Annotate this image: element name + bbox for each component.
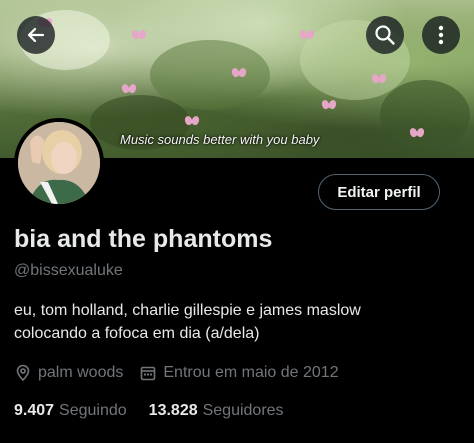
butterfly-decoration xyxy=(232,68,246,78)
location-item: palm woods xyxy=(14,364,123,382)
followers-label: Seguidores xyxy=(202,402,284,419)
display-name: bia and the phantoms xyxy=(14,225,273,253)
followers-count: 13.828 xyxy=(148,402,198,419)
calendar-icon xyxy=(141,366,156,381)
more-vertical-icon xyxy=(438,25,444,45)
more-options-button[interactable] xyxy=(422,16,460,54)
following-link[interactable]: 9.407 Seguindo xyxy=(14,402,149,420)
profile-bio: eu, tom holland, charlie gillespie e jam… xyxy=(14,299,464,345)
butterfly-decoration xyxy=(132,30,146,40)
follow-stats: 9.407 Seguindo 13.828 Seguidores xyxy=(14,402,306,420)
edit-profile-button[interactable]: Editar perfil xyxy=(318,174,440,210)
avatar[interactable] xyxy=(14,118,104,208)
following-count: 9.407 xyxy=(14,402,55,419)
bio-line: colocando a fofoca em dia (a/dela) xyxy=(14,325,260,342)
bio-line: eu, tom holland, charlie gillespie e jam… xyxy=(14,302,361,319)
back-button[interactable] xyxy=(17,16,55,54)
butterfly-decoration xyxy=(372,74,386,84)
banner-caption: Music sounds better with you baby xyxy=(120,132,320,147)
butterfly-decoration xyxy=(322,100,336,110)
profile-meta: palm woods Entrou em maio de 2012 xyxy=(14,364,355,382)
user-handle: @bissexualuke xyxy=(14,262,123,279)
location-text: palm woods xyxy=(38,364,124,381)
joined-item: Entrou em maio de 2012 xyxy=(139,364,339,382)
search-icon xyxy=(375,25,395,45)
joined-text: Entrou em maio de 2012 xyxy=(163,364,339,381)
following-label: Seguindo xyxy=(59,402,127,419)
avatar-photo xyxy=(18,122,100,204)
banner-foliage xyxy=(380,80,470,150)
location-pin-icon xyxy=(16,364,30,382)
butterfly-decoration xyxy=(410,128,424,138)
followers-link[interactable]: 13.828 Seguidores xyxy=(149,402,306,420)
butterfly-decoration xyxy=(122,84,136,94)
search-button[interactable] xyxy=(366,16,404,54)
butterfly-decoration xyxy=(300,30,314,40)
back-arrow-icon xyxy=(27,27,45,43)
butterfly-decoration xyxy=(185,116,199,126)
